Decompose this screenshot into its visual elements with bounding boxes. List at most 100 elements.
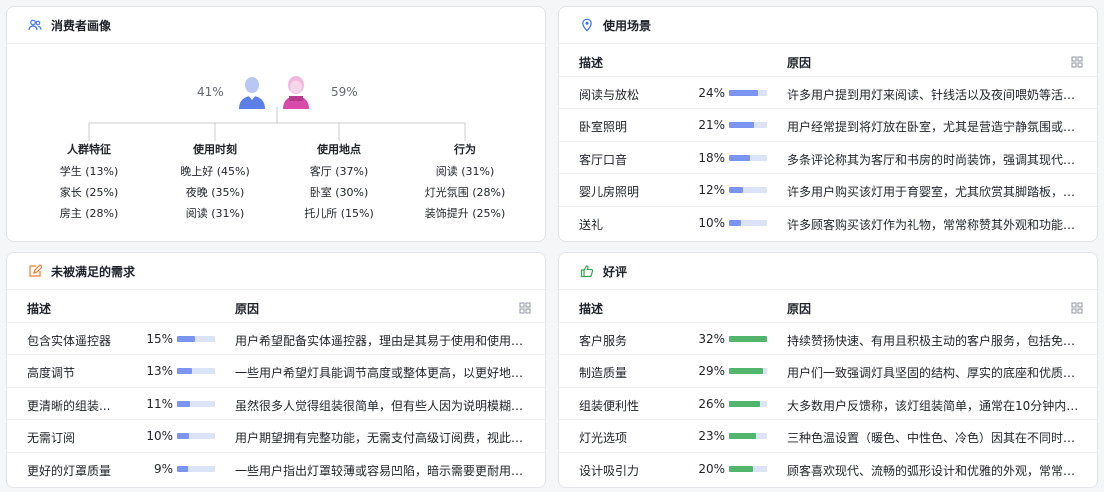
table-row[interactable]: 高度调节 13% 一些用户希望灯具能调节高度或整体更高，以更好地适应大... <box>7 355 545 388</box>
row-description: 阅读与放松 <box>579 88 640 102</box>
share-bar <box>177 465 215 472</box>
share-bar-fill <box>177 433 189 440</box>
column-header-reason: 原因 <box>787 56 812 70</box>
row-percentage: 10% <box>698 215 725 230</box>
share-bar <box>729 400 767 407</box>
persona-column-item: 卧室 (30%) <box>309 186 369 199</box>
persona-column-item: 客厅 (37%) <box>309 165 369 178</box>
share-bar <box>729 336 767 342</box>
persona-column-head: 使用时刻 <box>193 143 237 156</box>
row-description: 设计吸引力 <box>579 463 640 478</box>
persona-column-usage-location: 使用地点 客厅 (37%) 卧室 (30%) 托儿所 (15%) <box>279 143 399 228</box>
table-row[interactable]: 卧室照明 21% 用户经常提到将灯放在卧室，尤其是营造宁静氛围或作为床... <box>559 109 1097 142</box>
grid-view-icon[interactable] <box>1071 302 1083 314</box>
row-reason: 一些用户指出灯罩较薄或容易凹陷，暗示需要更耐用或更优... <box>235 463 535 478</box>
row-reason: 持续赞扬快速、有用且积极主动的客户服务，包括免费更换... <box>787 334 1087 348</box>
table-row[interactable]: 设计吸引力 20% 顾客喜欢现代、流畅的弧形设计和优雅的外观，常常提到它... <box>559 453 1097 485</box>
row-reason: 顾客喜欢现代、流畅的弧形设计和优雅的外观，常常提到它... <box>787 463 1087 478</box>
persona-column-head: 行为 <box>454 143 476 156</box>
persona-column-item: 托儿所 (15%) <box>304 207 374 220</box>
persona-column-usage-time: 使用时刻 晚上好 (45%) 夜晚 (35%) 阅读 (31%) <box>155 143 275 228</box>
persona-column-head: 人群特征 <box>67 143 111 156</box>
share-bar <box>729 122 767 129</box>
row-description: 制造质量 <box>579 366 628 381</box>
persona-column-head: 使用地点 <box>317 143 361 156</box>
share-bar-fill <box>177 465 188 472</box>
share-bar-fill <box>177 336 195 342</box>
usage-scenes-title: 使用场景 <box>603 18 652 33</box>
persona-title: 消费者画像 <box>51 18 112 33</box>
share-bar-fill <box>729 400 760 407</box>
table-row[interactable]: 包含实体遥控器 15% 用户希望配备实体遥控器，理由是其易于使用和使用，尤其... <box>7 323 545 356</box>
row-description: 卧室照明 <box>579 120 628 135</box>
unmet-needs-card: 未被满足的需求 描述 原因 包含实体遥控器 15% 用户希望配备实体遥控器，理由是其… <box>6 252 546 488</box>
positive-reviews-header: 好评 <box>559 253 1097 290</box>
share-bar-fill <box>729 219 741 226</box>
share-bar <box>729 433 767 440</box>
share-bar <box>729 187 767 194</box>
table-row[interactable]: 客厅口音 18% 多条评论称其为客厅和书房的时尚装饰，强调其现代弧形设... <box>559 142 1097 175</box>
table-row[interactable]: 送礼 10% 许多顾客购买该灯作为礼物，常常称赞其外观和功能性，表... <box>559 207 1097 239</box>
row-reason: 许多顾客购买该灯作为礼物，常常称赞其外观和功能性，表... <box>787 217 1087 232</box>
table-row[interactable]: 更好的灯罩质量 9% 一些用户指出灯罩较薄或容易凹陷，暗示需要更耐用或更优... <box>7 453 545 485</box>
row-description: 更好的灯罩质量 <box>27 463 112 478</box>
row-reason: 用户经常提到将灯放在卧室，尤其是营造宁静氛围或作为床... <box>787 120 1087 135</box>
table-header: 描述 原因 <box>559 44 1097 77</box>
row-percentage: 11% <box>146 396 173 411</box>
share-bar-fill <box>729 433 757 440</box>
table-row[interactable]: 灯光选项 23% 三种色温设置（暖色、中性色、冷色）因其在不同时间和活... <box>559 420 1097 453</box>
row-percentage: 24% <box>698 86 725 100</box>
persona-card: 消费者画像 41% 59% 人群特征 学生 (13%) 家长 (25%) 房主 … <box>6 6 546 242</box>
column-header-reason: 原因 <box>235 302 260 316</box>
share-bar-fill <box>729 336 767 342</box>
row-percentage: 26% <box>698 396 725 411</box>
row-reason: 三种色温设置（暖色、中性色、冷色）因其在不同时间和活... <box>787 431 1087 446</box>
persona-column-item: 学生 (13%) <box>59 165 119 178</box>
table-row[interactable]: 制造质量 29% 用户们一致强调灯具坚固的结构、厚实的底座和优质的材料... <box>559 355 1097 388</box>
persona-column-item: 家长 (25%) <box>59 186 119 199</box>
share-bar-fill <box>729 187 744 194</box>
persona-column-behavior: 行为 阅读 (31%) 灯光氛围 (28%) 装饰提升 (25%) <box>405 143 525 228</box>
row-description: 包含实体遥控器 <box>27 334 112 348</box>
share-bar <box>729 90 767 96</box>
row-percentage: 32% <box>698 332 725 346</box>
row-percentage: 15% <box>146 332 173 346</box>
share-bar-fill <box>729 465 753 472</box>
table-row[interactable]: 客户服务 32% 持续赞扬快速、有用且积极主动的客户服务，包括免费更换... <box>559 323 1097 356</box>
map-pin-icon <box>579 17 595 33</box>
persona-connector-lines <box>88 107 466 141</box>
grid-view-icon[interactable] <box>519 302 531 314</box>
usage-scenes-card: 使用场景 描述 原因 阅读与放松 24% 许多用户提到用灯来阅读、针线活以及夜间喂奶… <box>558 6 1098 242</box>
table-row[interactable]: 组装便利性 26% 大多数用户反馈称，该灯组装简单，通常在10分钟内完成安... <box>559 388 1097 421</box>
grid-view-icon[interactable] <box>1071 56 1083 68</box>
table-row[interactable]: 无需订阅 10% 用户期望拥有完整功能，无需支付高级订阅费，视此为隐藏... <box>7 420 545 453</box>
share-bar-fill <box>729 368 764 375</box>
row-percentage: 12% <box>698 183 725 198</box>
positive-reviews-card: 好评 描述 原因 客户服务 32% 持续赞扬快速、有用且积极主动的客户服务，包括免费… <box>558 252 1098 488</box>
persona-header: 消费者画像 <box>7 7 545 44</box>
row-percentage: 20% <box>698 461 725 476</box>
row-percentage: 23% <box>698 429 725 444</box>
share-bar <box>729 465 767 472</box>
edit-icon <box>27 263 43 279</box>
row-reason: 大多数用户反馈称，该灯组装简单，通常在10分钟内完成安... <box>787 398 1087 413</box>
share-bar <box>729 219 767 226</box>
share-bar <box>177 433 215 440</box>
table-row[interactable]: 阅读与放松 24% 许多用户提到用灯来阅读、针线活以及夜间喂奶等活动，表... <box>559 77 1097 110</box>
row-reason: 一些用户希望灯具能调节高度或整体更高，以更好地适应大... <box>235 366 535 381</box>
persona-column-item: 房主 (28%) <box>59 207 119 220</box>
row-percentage: 21% <box>698 118 725 133</box>
row-reason: 许多用户提到用灯来阅读、针线活以及夜间喂奶等活动，表... <box>787 88 1087 102</box>
row-description: 灯光选项 <box>579 431 628 446</box>
table-header: 描述 原因 <box>559 290 1097 323</box>
row-percentage: 29% <box>698 364 725 379</box>
table-row[interactable]: 婴儿房照明 12% 许多用户购买该灯用于育婴室，尤其欣赏其脚踏板，在深夜... <box>559 174 1097 207</box>
row-description: 无需订阅 <box>27 431 76 446</box>
thumbs-up-icon <box>579 263 595 279</box>
table-row[interactable]: 更清晰的组装... 11% 虽然很多人觉得组装很简单，但有些人因为说明模糊或不清..… <box>7 388 545 421</box>
column-header-description: 描述 <box>579 56 604 70</box>
share-bar <box>177 400 215 407</box>
row-percentage: 10% <box>146 429 173 444</box>
column-header-description: 描述 <box>27 302 52 316</box>
unmet-needs-header: 未被满足的需求 <box>7 253 545 290</box>
